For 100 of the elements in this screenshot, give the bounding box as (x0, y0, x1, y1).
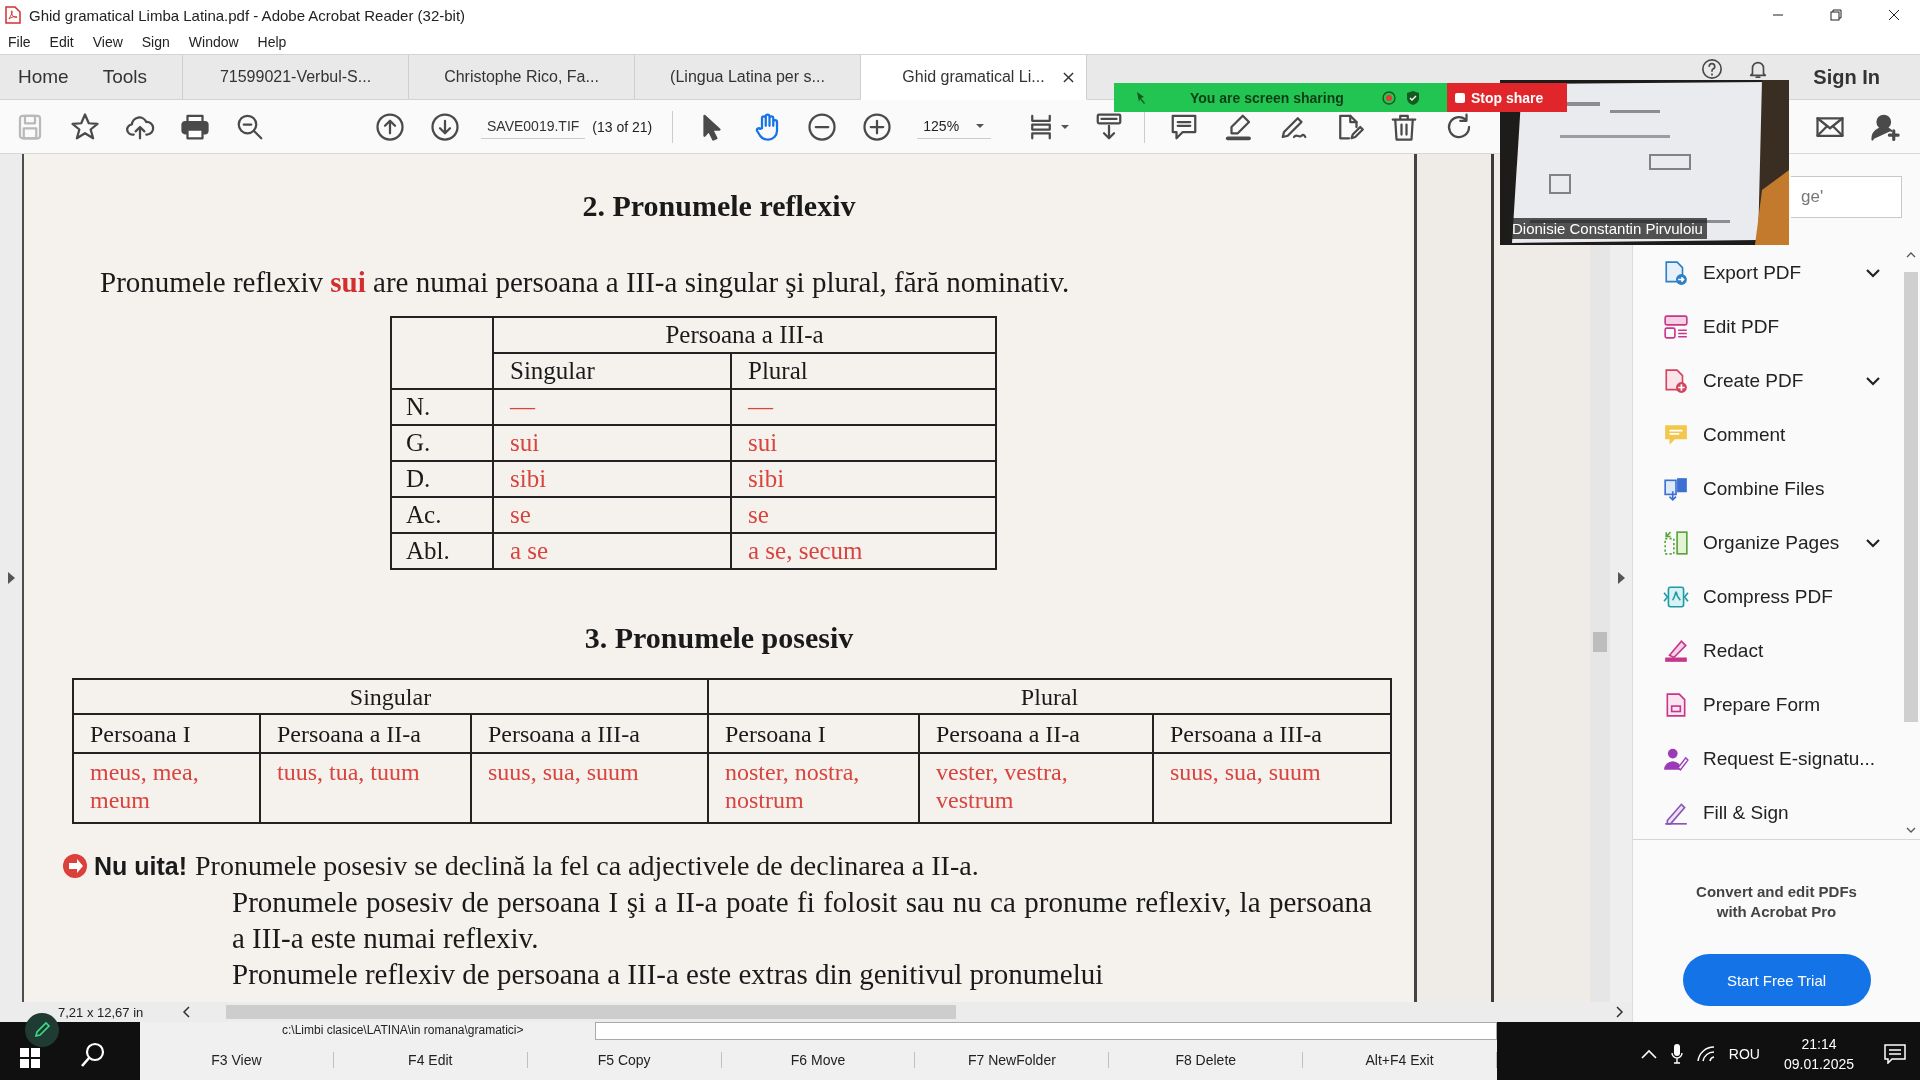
nav-tab[interactable]: Home (18, 66, 69, 88)
menu-item[interactable]: Window (188, 34, 239, 50)
path-label: c:\Limbi clasice\LATINA\in romana\gramatici> (281, 1022, 525, 1039)
scroll-left-icon[interactable] (182, 1006, 190, 1018)
scroll-up-icon[interactable] (1906, 252, 1916, 258)
expand-arrow-icon[interactable] (7, 572, 15, 584)
zoom-dropdown[interactable]: 125% (917, 114, 992, 139)
command-field[interactable] (595, 1022, 1497, 1040)
windows-logo-icon[interactable] (20, 1048, 40, 1068)
combine-files-icon (1663, 476, 1689, 502)
tool-item[interactable]: Organize Pages (1633, 516, 1902, 570)
menu-item[interactable]: Help (257, 34, 287, 50)
person-pen-icon (1663, 746, 1689, 772)
table-cell: meus, mea, meum (73, 753, 260, 823)
table-cell: a se (493, 533, 731, 569)
function-key-button[interactable]: F8 Delete (1109, 1052, 1304, 1068)
table-cell: Abl. (391, 533, 493, 569)
add-file-icon (1663, 368, 1689, 394)
search-field[interactable]: ge' (1791, 176, 1902, 218)
function-key-button[interactable]: F6 Move (721, 1052, 916, 1068)
pdf-file-icon (5, 6, 21, 24)
document-tab[interactable]: Ghid gramatical Li... (861, 55, 1087, 100)
close-icon[interactable] (1063, 71, 1074, 83)
page-size-label: 7,21 x 12,67 in (58, 1004, 145, 1020)
table-cell: Ac. (391, 497, 493, 533)
chevron-up-icon[interactable] (1640, 1049, 1657, 1059)
scrollbar-thumb[interactable] (1593, 632, 1607, 652)
table-header: Singular (493, 353, 731, 389)
restore-icon[interactable] (1830, 9, 1842, 21)
tool-item[interactable]: Combine Files (1633, 462, 1902, 516)
tool-item[interactable]: Edit PDF (1633, 300, 1902, 354)
star-icon[interactable] (70, 111, 100, 142)
compress-icon (1663, 584, 1689, 610)
scroll-right-icon[interactable] (1616, 1006, 1624, 1018)
tool-item[interactable]: Prepare Form (1633, 678, 1902, 732)
tool-item[interactable]: Create PDF (1633, 354, 1902, 408)
function-key-button[interactable]: Alt+F4 Exit (1303, 1052, 1497, 1068)
nav-tab[interactable]: Tools (102, 66, 148, 88)
table-cell: sibi (493, 461, 731, 497)
wifi-icon[interactable] (1696, 1046, 1715, 1062)
pencil-icon[interactable] (25, 1013, 59, 1047)
table-cell: a se, secum (731, 533, 996, 569)
chevron-down-icon[interactable] (1866, 538, 1880, 548)
table-cell: suus, sua, suum (1153, 753, 1392, 823)
scroll-down-icon[interactable] (1906, 827, 1916, 833)
close-icon[interactable] (1888, 9, 1900, 21)
table-header: Singular (73, 679, 708, 714)
tool-item[interactable]: Comment (1633, 408, 1902, 462)
paragraph: Pronumele reflexiv de persoana a III-a este extras din genitivul pronumelui (232, 957, 1105, 992)
collapse-arrow-icon[interactable] (1617, 572, 1625, 584)
menu-item[interactable]: File (8, 34, 31, 50)
language-indicator[interactable]: ROU (1728, 1046, 1760, 1062)
function-key-button[interactable]: F5 Copy (527, 1052, 722, 1068)
page-count: (13 of 21) (592, 118, 653, 135)
paragraph: Pronumele reflexiv sui are numai persoana a III-a singular şi plural, fără nominativ. (100, 265, 1070, 300)
tool-item[interactable]: Fill & Sign (1633, 786, 1902, 839)
chevron-down-icon[interactable] (1866, 268, 1880, 278)
search-icon[interactable] (80, 1042, 106, 1068)
stop-share-button[interactable]: Stop share (1447, 83, 1567, 112)
function-key-button[interactable]: F7 NewFolder (915, 1052, 1110, 1068)
pen-icon (1663, 800, 1689, 826)
section-heading: 2. Pronumele reflexiv (582, 188, 856, 224)
menu-item[interactable]: Edit (49, 34, 74, 50)
caret-icon (975, 123, 986, 129)
document-tab[interactable]: Christophe Rico, Fa... (409, 55, 635, 99)
function-key-button[interactable]: F3 View (140, 1052, 334, 1068)
table-header: Persoana a III-a (1153, 714, 1392, 753)
note-label: Nu uita! (94, 851, 188, 882)
tool-item[interactable]: Compress PDF (1633, 570, 1902, 624)
scrollbar-thumb[interactable] (1904, 272, 1918, 722)
scrollbar-thumb[interactable] (226, 1005, 956, 1019)
zoom-out-icon[interactable] (807, 111, 838, 142)
menu-item[interactable]: Sign (141, 34, 170, 50)
table-cell: noster, nostra, nostrum (708, 753, 919, 823)
table-header: Persoana I (708, 714, 919, 753)
menu-item[interactable]: View (92, 34, 123, 50)
clock-time[interactable]: 21:14 (1801, 1036, 1837, 1052)
export-file-icon (1663, 260, 1689, 286)
tool-item[interactable]: Redact (1633, 624, 1902, 678)
zoom-in-icon[interactable] (862, 111, 893, 142)
chevron-down-icon[interactable] (1866, 376, 1880, 386)
sign-in-link[interactable]: Sign In (1813, 65, 1880, 89)
paragraph: Pronumele posesiv de persoana I şi a II-a poate fi folosit sau nu ca pronume reflexiv, la persoana a III-a este numai reflexiv. (232, 885, 1372, 956)
pin-icon[interactable] (1134, 90, 1148, 105)
start-trial-button[interactable]: Start Free Trial (1682, 954, 1871, 1006)
function-key-button[interactable]: F4 Edit (333, 1052, 528, 1068)
table-cell: — (493, 389, 731, 425)
microphone-icon[interactable] (1670, 1044, 1683, 1064)
clock-date[interactable]: 09.01.2025 (1783, 1056, 1854, 1072)
tool-item[interactable]: Export PDF (1633, 246, 1902, 300)
document-tab[interactable]: 71599021-Verbul-S... (183, 55, 409, 99)
promo-text: Convert and edit PDFs with Acrobat Pro (1695, 882, 1858, 922)
tool-item[interactable]: Request E-signatu... (1633, 732, 1902, 786)
table-cell: sui (493, 425, 731, 461)
help-icon[interactable] (1701, 58, 1724, 80)
notification-icon[interactable] (1884, 1044, 1906, 1064)
page-number-field[interactable]: SAVE0019.TIF (481, 114, 586, 139)
marker-icon (1663, 638, 1689, 664)
shield-icon (1405, 90, 1420, 105)
caret-icon[interactable] (1060, 123, 1071, 130)
